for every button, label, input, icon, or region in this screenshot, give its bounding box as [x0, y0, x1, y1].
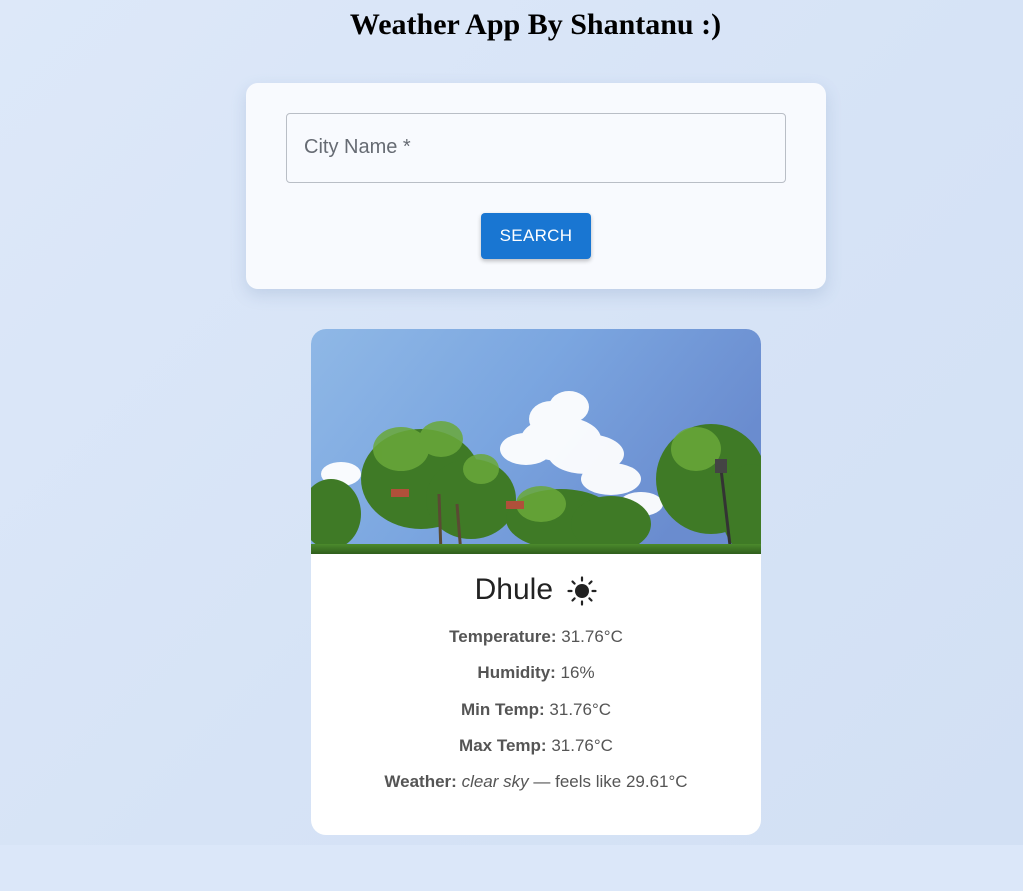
- max-temp-value: 31.76°C: [551, 736, 613, 755]
- weather-description: clear sky: [461, 772, 529, 791]
- min-temp-value: 31.76°C: [549, 700, 612, 719]
- city-heading: Dhule: [311, 573, 761, 607]
- max-temp-label: Max Temp:: [459, 736, 547, 755]
- weather-photo: [311, 329, 761, 554]
- humidity-value: 16%: [560, 663, 595, 682]
- temperature-value: 31.76°C: [561, 627, 623, 646]
- city-name-placeholder: City Name *: [304, 136, 411, 158]
- max-temp-row: Max Temp: 31.76°C: [311, 736, 761, 756]
- city-name-input[interactable]: City Name *: [286, 113, 786, 183]
- search-card: City Name * SEARCH: [246, 83, 826, 289]
- humidity-row: Humidity: 16%: [311, 663, 761, 683]
- min-temp-row: Min Temp: 31.76°C: [311, 700, 761, 720]
- weather-label: Weather:: [384, 772, 457, 791]
- app-title: Weather App By Shantanu :): [349, 8, 722, 41]
- weather-card: Dhule Temperature: 31.76°C Humidity: 16%…: [311, 329, 761, 835]
- weather-description-row: Weather: clear sky — feels like 29.61°C: [311, 772, 761, 792]
- feels-like-text: — feels like 29.61°C: [533, 772, 688, 791]
- humidity-label: Humidity:: [477, 663, 556, 682]
- search-button[interactable]: SEARCH: [481, 213, 591, 259]
- temperature-row: Temperature: 31.76°C: [311, 627, 761, 647]
- city-name: Dhule: [474, 573, 554, 606]
- min-temp-label: Min Temp:: [460, 700, 545, 719]
- temperature-label: Temperature:: [449, 627, 557, 646]
- sun-icon: [567, 576, 597, 606]
